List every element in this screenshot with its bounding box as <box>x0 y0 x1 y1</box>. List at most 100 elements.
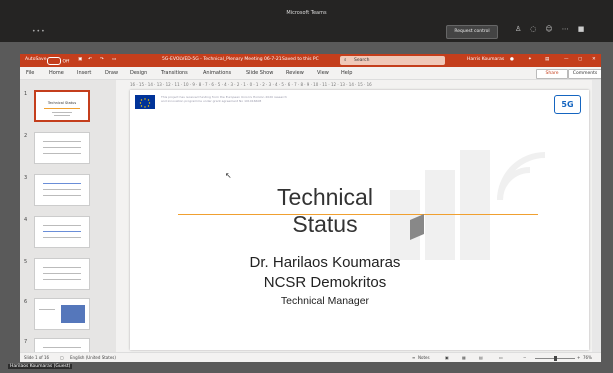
thumbnail-line <box>43 279 81 280</box>
thumbnail-title: Technical Status <box>47 101 77 105</box>
thumbnail-number: 1 <box>24 91 28 97</box>
thumbnail-row[interactable]: 6 <box>20 298 116 338</box>
slide-thumbnail[interactable] <box>34 216 90 248</box>
teams-top-bar: Microsoft Teams ••• Request control ♙ ◌ … <box>0 0 613 42</box>
thumbnail-row[interactable]: 5 <box>20 258 116 298</box>
slide-thumbnail[interactable] <box>34 132 90 164</box>
redo-icon[interactable]: ↷ <box>100 57 104 62</box>
thumbnail-number: 6 <box>24 299 28 305</box>
avatar[interactable]: ● <box>510 57 514 62</box>
title-underline <box>178 214 538 215</box>
slide-thumbnail-pane: 1 Technical Status 2 3 4 5 6 7 <box>20 80 116 362</box>
menu-draw[interactable]: Draw <box>105 70 118 76</box>
thumbnail-line <box>43 141 81 142</box>
menu-home[interactable]: Home <box>49 70 64 76</box>
thumbnail-line <box>44 108 80 109</box>
chat-icon[interactable]: ◌ <box>530 25 536 33</box>
thumbnail-line <box>43 225 81 226</box>
comments-button[interactable]: Comments <box>568 69 601 79</box>
autosave-label: AutoSave <box>25 57 47 62</box>
arrow-graphic <box>410 214 424 240</box>
slide-thumbnail[interactable] <box>34 174 90 206</box>
menu-transitions[interactable]: Transitions <box>161 70 188 76</box>
present-icon[interactable]: ▭ <box>112 57 116 62</box>
thumbnail-number: 4 <box>24 217 28 223</box>
thumbnail-line <box>43 147 81 148</box>
menu-insert[interactable]: Insert <box>77 70 91 76</box>
file-title: 5G-EVOLVED-5G - Technical_Plenary Meetin… <box>162 57 282 62</box>
search-box[interactable]: ⌕ Search <box>340 56 445 65</box>
eu-flag-icon <box>135 95 155 109</box>
language-status[interactable]: English (United States) <box>70 355 116 360</box>
thumbnail-line <box>43 195 81 196</box>
save-icon[interactable]: ▣ <box>78 57 82 62</box>
menu-slide-show[interactable]: Slide Show <box>246 70 273 76</box>
thumbnail-line <box>43 347 81 348</box>
slide-thumbnail[interactable] <box>34 298 90 330</box>
autosave-toggle[interactable]: Off <box>45 57 69 65</box>
thumbnail-line <box>39 309 55 310</box>
project-logo: 5G <box>554 95 581 114</box>
zoom-out-icon[interactable]: − <box>523 355 526 360</box>
organization-name: NCSR Demokritos <box>263 274 387 291</box>
thumbnail-number: 2 <box>24 133 28 139</box>
teams-icon-group: ♙ ◌ ☺ ⋯ ■ <box>515 25 584 33</box>
close-icon[interactable]: ✕ <box>592 57 596 62</box>
mouse-cursor-icon: ↖ <box>225 171 232 180</box>
minimize-icon[interactable]: — <box>564 57 569 62</box>
thumbnail-row[interactable]: 3 <box>20 174 116 214</box>
menu-review[interactable]: Review <box>286 70 304 76</box>
user-name[interactable]: Harris Koumaras <box>467 57 504 62</box>
zoom-in-icon[interactable]: + <box>577 355 580 360</box>
thumbnail-image <box>61 305 85 323</box>
thumbnail-line <box>43 153 81 154</box>
accessibility-icon[interactable]: ▢ <box>60 355 64 360</box>
notes-icon[interactable]: ≡ <box>412 355 415 360</box>
slide-thumbnail[interactable] <box>34 258 90 290</box>
share-button[interactable]: Share <box>536 69 568 79</box>
thumbnail-number: 3 <box>24 175 28 181</box>
thumbnail-line <box>43 237 81 238</box>
ppt-title-bar: AutoSave Off ▣ ↶ ↷ ▭ 5G-EVOLVED-5G - Tec… <box>20 54 601 67</box>
search-placeholder: Search <box>354 58 370 63</box>
status-bar: Slide 1 of 16 ▢ English (United States) … <box>20 352 601 362</box>
thumbnail-row[interactable]: 4 <box>20 216 116 256</box>
thumbnail-line <box>54 115 70 116</box>
reading-view-icon[interactable]: ▤ <box>479 355 483 360</box>
more-icon[interactable]: ⋯ <box>562 25 569 33</box>
camera-icon[interactable]: ■ <box>578 25 585 33</box>
menu-file[interactable]: File <box>26 70 34 76</box>
thumbnail-line <box>43 231 81 232</box>
request-control-button[interactable]: Request control <box>446 25 498 39</box>
menu-view[interactable]: View <box>317 70 329 76</box>
slide-counter: Slide 1 of 16 <box>24 355 50 360</box>
slide-title: Technical Status <box>277 184 373 237</box>
menu-design[interactable]: Design <box>130 70 147 76</box>
ribbon-display-icon[interactable]: ▤ <box>545 57 549 62</box>
normal-view-icon[interactable]: ▣ <box>445 355 449 360</box>
thumbnail-line <box>43 267 81 268</box>
search-icon: ⌕ <box>344 58 347 63</box>
teams-more-menu[interactable]: ••• <box>32 28 46 35</box>
maximize-icon[interactable]: ▢ <box>578 57 582 62</box>
menu-bar: File Home Insert Draw Design Transitions… <box>20 67 601 80</box>
slide-thumbnail[interactable]: Technical Status <box>34 90 90 122</box>
teams-window-title: Microsoft Teams <box>286 10 327 16</box>
menu-help[interactable]: Help <box>341 70 352 76</box>
thumbnail-line <box>52 112 72 113</box>
slideshow-view-icon[interactable]: ▭ <box>499 355 503 360</box>
slide-sorter-icon[interactable]: ▦ <box>462 355 466 360</box>
undo-icon[interactable]: ↶ <box>88 57 92 62</box>
people-icon[interactable]: ♙ <box>515 25 521 33</box>
zoom-slider-thumb[interactable] <box>554 356 557 361</box>
reactions-icon[interactable]: ☺ <box>545 25 552 33</box>
thumbnail-line <box>43 183 81 184</box>
vertical-scrollbar[interactable] <box>592 80 601 352</box>
menu-animations[interactable]: Animations <box>203 70 231 76</box>
slide-canvas[interactable]: This project has received funding from t… <box>130 90 589 350</box>
thumbnail-row[interactable]: 1 Technical Status <box>20 90 116 130</box>
lightbulb-icon[interactable]: ✦ <box>528 57 532 62</box>
zoom-level[interactable]: 76% <box>583 355 592 360</box>
thumbnail-row[interactable]: 2 <box>20 132 116 172</box>
notes-button[interactable]: Notes <box>418 355 430 360</box>
